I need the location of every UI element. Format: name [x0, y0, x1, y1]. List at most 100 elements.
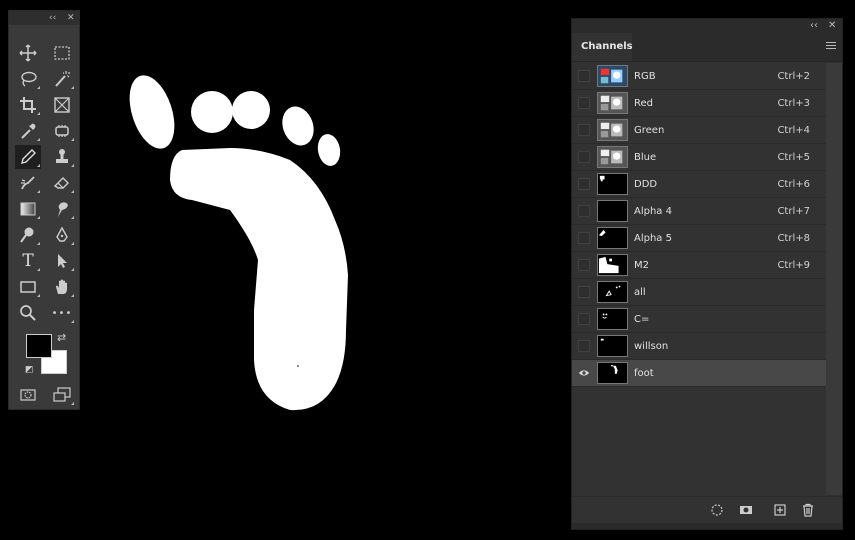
- gradient-icon[interactable]: [15, 197, 41, 221]
- close-icon[interactable]: ✕: [828, 19, 836, 33]
- save-selection-icon[interactable]: [739, 503, 753, 517]
- panel-tab-row: Channels: [572, 33, 842, 62]
- channel-name: Blue: [634, 152, 657, 163]
- load-selection-icon[interactable]: [710, 503, 724, 517]
- channel-row[interactable]: M2 Ctrl+9: [572, 252, 826, 279]
- channel-row[interactable]: Alpha 5 Ctrl+8: [572, 225, 826, 252]
- channels-panel: ‹‹ ✕ Channels RGB Ctrl+2 Red Ctrl+3 Green Ctr…: [571, 18, 843, 530]
- channel-shortcut: Ctrl+6: [777, 179, 810, 190]
- delete-channel-icon[interactable]: [801, 503, 815, 517]
- foreground-color-swatch[interactable]: [26, 334, 52, 358]
- channel-name: Green: [634, 125, 665, 136]
- channel-shortcut: Ctrl+4: [777, 125, 810, 136]
- channel-shortcut: Ctrl+7: [777, 206, 810, 217]
- eraser-icon[interactable]: [49, 171, 75, 195]
- more-glyph: •••: [51, 307, 73, 319]
- channel-row[interactable]: Green Ctrl+4: [572, 117, 826, 144]
- history-brush-icon[interactable]: [15, 171, 41, 195]
- type-icon[interactable]: T: [15, 249, 41, 273]
- rectangle-icon[interactable]: [15, 275, 41, 299]
- zoom-icon[interactable]: [15, 301, 41, 325]
- hand-icon[interactable]: [49, 275, 75, 299]
- channel-row[interactable]: willson: [572, 333, 826, 360]
- channel-name: all: [634, 287, 646, 298]
- channel-thumbnail: [597, 254, 628, 276]
- quick-mask-icon[interactable]: [15, 383, 41, 407]
- channel-row[interactable]: RGB Ctrl+2: [572, 63, 826, 90]
- channel-thumbnail: [597, 173, 628, 195]
- channel-list: RGB Ctrl+2 Red Ctrl+3 Green Ctrl+4 Blue Ctrl+5 D…: [572, 63, 826, 387]
- channel-thumbnail: [597, 119, 628, 141]
- channel-thumbnail: [597, 227, 628, 249]
- channel-row[interactable]: Blue Ctrl+5: [572, 144, 826, 171]
- channel-row[interactable]: Alpha 4 Ctrl+7: [572, 198, 826, 225]
- close-icon[interactable]: ✕: [67, 12, 75, 24]
- visibility-toggle[interactable]: [578, 340, 590, 352]
- pencil-icon[interactable]: [15, 145, 41, 169]
- healing-brush-icon[interactable]: [49, 119, 75, 143]
- channel-row[interactable]: DDD Ctrl+6: [572, 171, 826, 198]
- collapse-icon[interactable]: ‹‹: [810, 19, 818, 33]
- visibility-toggle[interactable]: [578, 70, 590, 82]
- channel-row[interactable]: C=: [572, 306, 826, 333]
- channel-shortcut: Ctrl+8: [777, 233, 810, 244]
- visibility-toggle[interactable]: [578, 178, 590, 190]
- channel-name: C=: [634, 314, 650, 325]
- visibility-toggle[interactable]: [578, 259, 590, 271]
- collapse-icon[interactable]: ‹‹: [49, 12, 56, 24]
- visibility-toggle[interactable]: [578, 367, 590, 379]
- panel-resize-grip[interactable]: [572, 523, 842, 529]
- default-colors-icon[interactable]: ◩: [25, 365, 34, 375]
- channel-thumbnail: [597, 65, 628, 87]
- channel-thumbnail: [597, 200, 628, 222]
- move-icon[interactable]: [15, 41, 41, 65]
- document-canvas[interactable]: [120, 60, 360, 420]
- magic-wand-icon[interactable]: [49, 67, 75, 91]
- channel-name: willson: [634, 341, 669, 352]
- channel-thumbnail: [597, 281, 628, 303]
- visibility-toggle[interactable]: [578, 313, 590, 325]
- path-selection-icon[interactable]: [49, 249, 75, 273]
- channel-name: M2: [634, 260, 649, 271]
- lasso-icon[interactable]: [15, 67, 41, 91]
- channel-shortcut: Ctrl+3: [777, 98, 810, 109]
- visibility-toggle[interactable]: [578, 205, 590, 217]
- visibility-toggle[interactable]: [578, 151, 590, 163]
- smudge-icon[interactable]: [49, 197, 75, 221]
- scrollbar[interactable]: [826, 63, 842, 495]
- type-glyph: T: [22, 251, 34, 271]
- visibility-toggle[interactable]: [578, 124, 590, 136]
- visibility-toggle[interactable]: [578, 232, 590, 244]
- visibility-toggle[interactable]: [578, 286, 590, 298]
- frame-icon[interactable]: [49, 93, 75, 117]
- foot-shape: [129, 75, 348, 411]
- pen-icon[interactable]: [49, 223, 75, 247]
- tools-panel: ‹‹ ✕ T ••• ⇄ ◩: [8, 10, 80, 410]
- channel-row[interactable]: Red Ctrl+3: [572, 90, 826, 117]
- channel-thumbnail: [597, 308, 628, 330]
- new-channel-icon[interactable]: [773, 503, 787, 517]
- panel-menu-icon[interactable]: [826, 42, 836, 51]
- channel-row[interactable]: all: [572, 279, 826, 306]
- channel-thumbnail: [597, 92, 628, 114]
- swap-colors-icon[interactable]: ⇄: [57, 331, 66, 344]
- crop-icon[interactable]: [15, 93, 41, 117]
- eyedropper-icon[interactable]: [15, 119, 41, 143]
- tab-channels[interactable]: Channels: [572, 33, 633, 61]
- channel-name: DDD: [634, 179, 658, 190]
- more-tools-icon[interactable]: •••: [49, 301, 75, 325]
- clone-stamp-icon[interactable]: [49, 145, 75, 169]
- channel-name: Alpha 5: [634, 233, 672, 244]
- channels-panel-header: ‹‹ ✕: [572, 19, 842, 33]
- visibility-toggle[interactable]: [578, 97, 590, 109]
- channel-row[interactable]: foot: [572, 360, 826, 387]
- channel-shortcut: Ctrl+2: [777, 71, 810, 82]
- screen-mode-icon[interactable]: [49, 383, 75, 407]
- channel-name: Red: [634, 98, 653, 109]
- channel-name: foot: [634, 368, 654, 379]
- channel-shortcut: Ctrl+5: [777, 152, 810, 163]
- channel-thumbnail: [597, 362, 628, 384]
- marquee-icon[interactable]: [49, 41, 75, 65]
- dodge-icon[interactable]: [15, 223, 41, 247]
- channel-name: RGB: [634, 71, 656, 82]
